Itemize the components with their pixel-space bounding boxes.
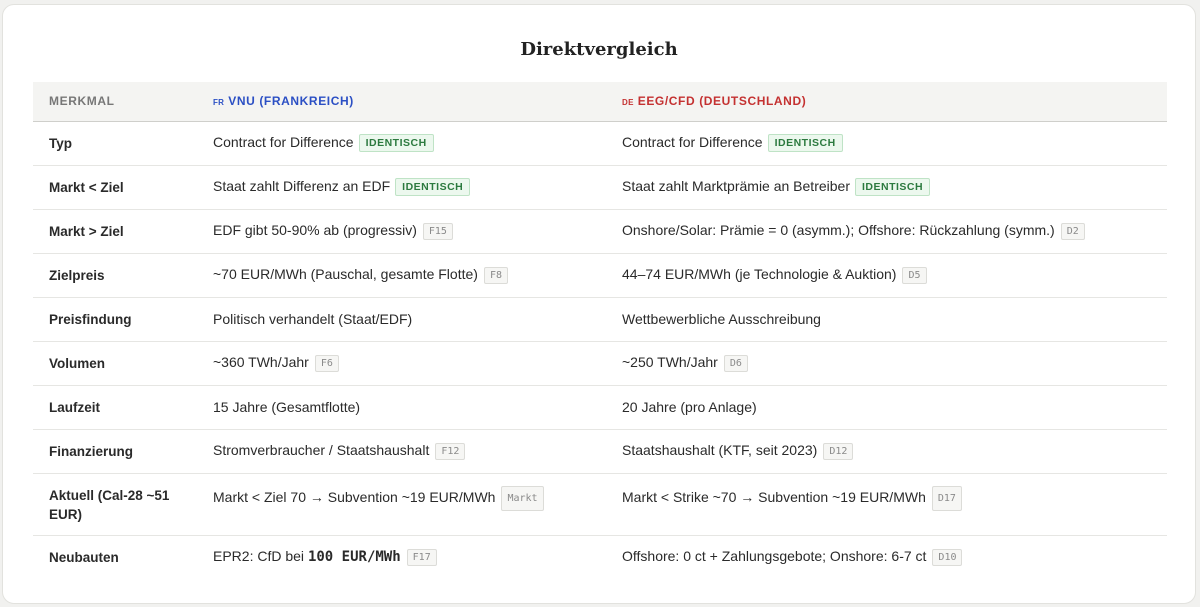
header-france-label: VNU (FRANKREICH) — [228, 94, 354, 109]
cell-text: 44–74 EUR/MWh (je Technologie & Auktion) — [622, 266, 897, 282]
source-ref-tag: D2 — [1060, 223, 1085, 240]
cell-germany: Offshore: 0 ct + Zahlungsgebote; Onshore… — [606, 535, 1167, 579]
cell-text: 15 Jahre (Gesamtflotte) — [213, 399, 361, 415]
cell-text: 20 Jahre (pro Anlage) — [622, 399, 757, 415]
table-body: Typ Contract for Difference IDENTISCH Contr… — [33, 121, 1167, 579]
cell-france: EDF gibt 50-90% ab (progressiv) F15 — [197, 209, 606, 254]
table-row: Markt < Ziel Staat zahlt Differenz an EDF… — [33, 165, 1167, 210]
source-ref-tag: D12 — [823, 443, 854, 460]
cell-germany: Markt < Strike ~70 → Subvention ~19 EUR/… — [606, 473, 1167, 536]
table-row: Aktuell (Cal-28 ~51 EUR) Markt < Ziel 70 … — [33, 473, 1167, 536]
cell-germany: Onshore/Solar: Prämie = 0 (asymm.); Offs… — [606, 209, 1167, 254]
cell-text: Markt < Ziel 70 → Subvention ~19 EUR/MWh — [213, 488, 496, 505]
row-label: Preisfindung — [33, 297, 197, 342]
row-label: Laufzeit — [33, 385, 197, 430]
cell-text: EPR2: CfD bei — [213, 548, 305, 565]
cell-germany: Wettbewerbliche Ausschreibung — [606, 297, 1167, 342]
cell-france: Stromverbraucher / Staatshaushalt F12 — [197, 429, 606, 474]
comparison-table: MERKMAL FR VNU (FRANKREICH) DE EEG/CFD (DE… — [33, 82, 1167, 579]
cell-text: Contract for Difference — [622, 134, 763, 150]
cell-france: Markt < Ziel 70 → Subvention ~19 EUR/MWh… — [197, 473, 606, 536]
source-ref-tag: F8 — [483, 267, 508, 284]
table-row: Volumen ~360 TWh/Jahr F6 ~250 TWh/Jahr D6 — [33, 341, 1167, 386]
row-label: Finanzierung — [33, 429, 197, 474]
header-feature: MERKMAL — [33, 82, 197, 122]
cell-germany: 20 Jahre (pro Anlage) — [606, 385, 1167, 430]
header-france: FR VNU (FRANKREICH) — [197, 82, 606, 122]
identical-badge: IDENTISCH — [395, 178, 471, 196]
cell-germany: Contract for Difference IDENTISCH — [606, 121, 1167, 166]
cell-text: Contract for Difference — [213, 134, 354, 150]
cell-text: ~250 TWh/Jahr — [622, 354, 718, 370]
cell-text: Politisch verhandelt (Staat/EDF) — [213, 311, 413, 327]
cell-france: Staat zahlt Differenz an EDF IDENTISCH — [197, 165, 606, 210]
cell-text: Wettbewerbliche Ausschreibung — [622, 311, 821, 327]
page-title: Direktvergleich — [520, 39, 678, 60]
row-label: Typ — [33, 121, 197, 166]
cell-france: 15 Jahre (Gesamtflotte) — [197, 385, 606, 430]
cell-france: Contract for Difference IDENTISCH — [197, 121, 606, 166]
row-label: Neubauten — [49, 549, 119, 565]
table-row: Laufzeit 15 Jahre (Gesamtflotte) 20 Jahre … — [33, 385, 1167, 430]
source-ref-tag: Markt — [501, 485, 544, 511]
source-ref-tag: F15 — [422, 223, 453, 240]
cell-germany: Staat zahlt Marktprämie an Betreiber IDEN… — [606, 165, 1167, 210]
cell-germany: ~250 TWh/Jahr D6 — [606, 341, 1167, 386]
table-row: Finanzierung Stromverbraucher / Staatshau… — [33, 429, 1167, 474]
cell-germany: Staatshaushalt (KTF, seit 2023) D12 — [606, 429, 1167, 474]
cell-text: Offshore: 0 ct + Zahlungsgebote; Onshore… — [622, 548, 927, 565]
source-ref-tag: D17 — [931, 485, 962, 511]
cell-text: Staat zahlt Differenz an EDF — [213, 178, 391, 194]
flag-de-icon: DE — [622, 98, 634, 108]
cell-germany: 44–74 EUR/MWh (je Technologie & Auktion)… — [606, 253, 1167, 298]
table-row: Preisfindung Politisch verhandelt (Staat/… — [33, 297, 1167, 342]
cell-text: Staatshaushalt (KTF, seit 2023) — [622, 442, 818, 458]
source-ref-tag: D10 — [932, 549, 963, 567]
identical-badge: IDENTISCH — [767, 134, 843, 152]
identical-badge: IDENTISCH — [358, 134, 434, 152]
table-row: Markt > Ziel EDF gibt 50-90% ab (progress… — [33, 209, 1167, 254]
row-label: Aktuell (Cal-28 ~51 EUR) — [33, 473, 197, 536]
header-germany: DE EEG/CFD (DEUTSCHLAND) — [606, 82, 1167, 122]
cell-text: Markt < Strike ~70 → Subvention ~19 EUR/… — [622, 488, 926, 505]
header-germany-label: EEG/CFD (DEUTSCHLAND) — [637, 94, 807, 109]
identical-badge: IDENTISCH — [855, 178, 931, 196]
source-ref-tag: F12 — [435, 443, 466, 460]
cell-text: EDF gibt 50-90% ab (progressiv) — [213, 222, 417, 238]
table-row: Zielpreis ~70 EUR/MWh (Pauschal, gesamte … — [33, 253, 1167, 298]
flag-fr-icon: FR — [213, 98, 225, 108]
row-label: Volumen — [33, 341, 197, 386]
source-ref-tag: F17 — [406, 549, 437, 567]
row-label: Markt < Ziel — [33, 165, 197, 210]
table-row: Typ Contract for Difference IDENTISCH Contr… — [33, 121, 1167, 166]
cell-text: Onshore/Solar: Prämie = 0 (asymm.); Offs… — [622, 222, 1055, 238]
cell-text: Staat zahlt Marktprämie an Betreiber — [622, 178, 850, 194]
cell-text: ~70 EUR/MWh (Pauschal, gesamte Flotte) — [213, 266, 478, 282]
source-ref-tag: D5 — [902, 267, 927, 284]
cell-text: ~360 TWh/Jahr — [213, 354, 309, 370]
source-ref-tag: D6 — [723, 355, 748, 372]
cell-value-highlight: 100 EUR/MWh — [307, 549, 401, 566]
cell-france: ~360 TWh/Jahr F6 — [197, 341, 606, 386]
row-label: Zielpreis — [33, 253, 197, 298]
source-ref-tag: F6 — [314, 355, 339, 372]
table-row: Neubauten EPR2: CfD bei 100 EUR/MWh F17 Off… — [33, 535, 1167, 579]
cell-france: EPR2: CfD bei 100 EUR/MWh F17 — [197, 535, 606, 579]
cell-text: Stromverbraucher / Staatshaushalt — [213, 442, 430, 458]
row-label: Markt > Ziel — [33, 209, 197, 254]
cell-france: Politisch verhandelt (Staat/EDF) — [197, 297, 606, 342]
table-header-row: MERKMAL FR VNU (FRANKREICH) DE EEG/CFD (DE… — [33, 82, 1167, 122]
comparison-card: Direktvergleich MERKMAL FR VNU (FRANKREIC… — [2, 4, 1196, 604]
cell-france: ~70 EUR/MWh (Pauschal, gesamte Flotte) F8 — [197, 253, 606, 298]
